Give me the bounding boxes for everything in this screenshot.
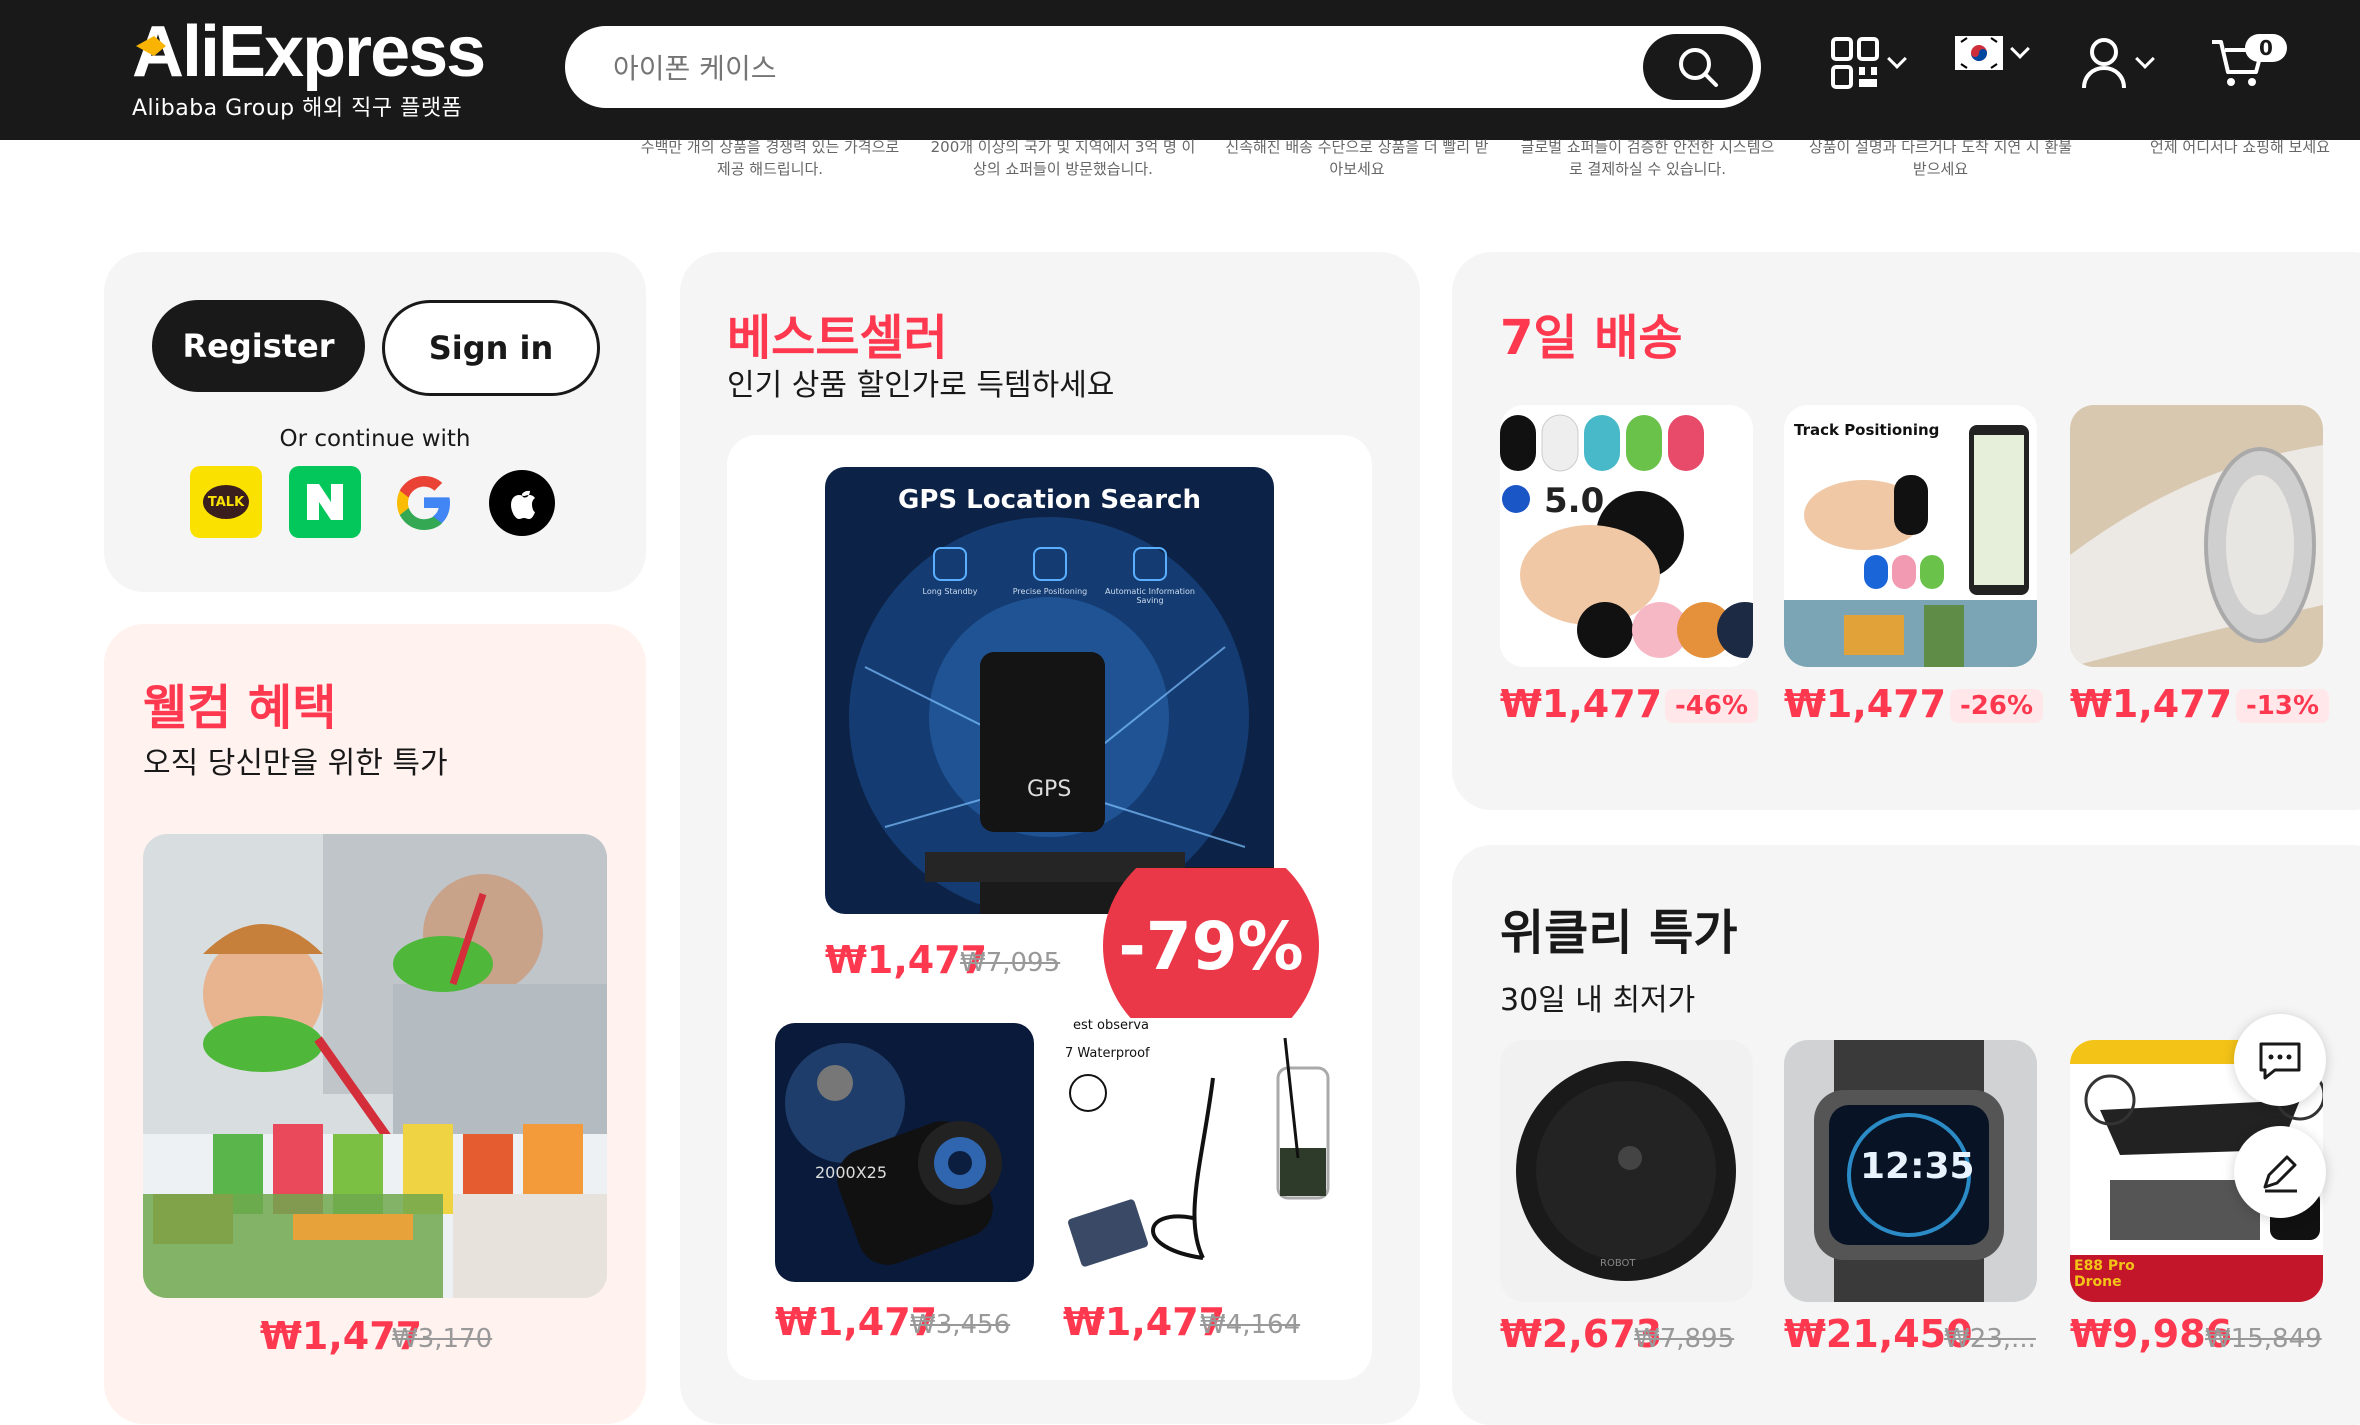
weekly-title: 위클리 특가 xyxy=(1500,905,1738,961)
strip-text-1: 수백만 개의 상품을 경쟁력 있는 가격으로 제공 해드립니다. xyxy=(640,138,900,178)
endoscope-text-2: 7 Waterproof xyxy=(1065,1046,1150,1061)
weekly-subtitle: 30일 내 최저가 xyxy=(1500,983,1696,1018)
gps-image-title: GPS Location Search xyxy=(898,485,1201,515)
search-input[interactable] xyxy=(613,48,1513,88)
strip-text-3: 신속해진 배송 수단으로 상품을 더 빨리 받아보세요 xyxy=(1225,138,1489,178)
strip-text-4: 글로벌 쇼퍼들이 검증한 안전한 시스템으로 결제하실 수 있습니다. xyxy=(1520,138,1775,178)
gps-feature-icons: Long Standby Precise Positioning Automat… xyxy=(905,547,1195,605)
user-icon xyxy=(2082,38,2126,89)
account-menu[interactable] xyxy=(2080,36,2155,90)
chat-bubble-icon xyxy=(2259,1042,2301,1080)
weekly-item-2-image[interactable]: 12:35 xyxy=(1784,1040,2037,1302)
weekly-item-3-original-price: ₩15,849 xyxy=(2205,1324,2322,1354)
country-selector[interactable] xyxy=(1955,36,2030,70)
delivery-item-1-image[interactable]: 5.0 xyxy=(1500,405,1753,667)
bestseller-subtitle: 인기 상품 할인가로 득템하세요 xyxy=(727,368,1115,403)
feature-standby: Long Standby xyxy=(905,547,995,605)
strip-text-6: 언제 어디서나 쇼핑해 보세요 xyxy=(2150,138,2330,156)
delivery-item-2-price: ₩1,477 xyxy=(1784,682,1947,726)
delivery-item-2-discount: -26% xyxy=(1950,689,2044,723)
weekly-item-1-original-price: ₩7,895 xyxy=(1634,1324,1735,1354)
strip-text-2: 200개 이상의 국가 및 지역에서 3억 명 이상의 쇼퍼들이 방문했습니다. xyxy=(930,138,1196,178)
naver-login-button[interactable] xyxy=(289,466,361,538)
cart-count-badge: 0 xyxy=(2245,34,2287,62)
search-bar[interactable] xyxy=(565,26,1761,108)
top-header: AliExpress Alibaba Group 해외 직구 플랫폼 0 xyxy=(0,0,2360,140)
apple-icon xyxy=(511,490,535,519)
pencil-icon xyxy=(2263,1155,2297,1193)
or-continue-label: Or continue with xyxy=(279,426,471,452)
message-icon xyxy=(1133,547,1167,581)
delivery-item-1-price: ₩1,477 xyxy=(1500,682,1663,726)
apple-login-button[interactable] xyxy=(489,470,555,536)
delivery-item-3-discount: -13% xyxy=(2236,689,2330,723)
gps-tracker-image xyxy=(825,467,1274,914)
delivery-item-3-image[interactable] xyxy=(2070,405,2323,667)
monocular-original-price: ₩3,456 xyxy=(910,1310,1011,1340)
endoscope-original-price: ₩4,164 xyxy=(1200,1310,1301,1340)
qr-code-menu[interactable] xyxy=(1830,36,1907,90)
delivery-item-1-discount: -46% xyxy=(1665,689,1759,723)
chevron-down-icon xyxy=(1887,49,1907,69)
google-icon xyxy=(397,476,450,530)
delivery-item-3-price: ₩1,477 xyxy=(2070,682,2233,726)
chevron-down-icon xyxy=(2010,39,2030,59)
feedback-button[interactable] xyxy=(2234,1126,2326,1218)
monocular-image xyxy=(775,1023,1034,1282)
monocular-label: 2000X25 xyxy=(815,1163,888,1182)
watch-time-text: 12:35 xyxy=(1860,1146,1975,1187)
battery-icon xyxy=(933,547,967,581)
welcome-subtitle: 오직 당신만을 위한 특가 xyxy=(143,746,448,781)
gps-product-image[interactable]: GPS Location Search GPS Long Standby Pre… xyxy=(825,467,1274,914)
qr-code-icon xyxy=(1831,37,1879,89)
endoscope-product-image[interactable]: est observa 7 Waterproof xyxy=(1063,1018,1331,1286)
delivery-item-2-image[interactable]: Track Positioning xyxy=(1784,405,2037,667)
welcome-title: 웰컴 혜택 xyxy=(143,680,337,736)
kakao-login-button[interactable]: TALK xyxy=(190,466,262,538)
chevron-down-icon xyxy=(2135,49,2155,69)
naver-icon xyxy=(307,484,343,520)
register-button[interactable]: Register xyxy=(152,300,365,392)
delivery-title: 7일 배송 xyxy=(1500,310,1683,366)
aliexpress-logo[interactable]: AliExpress Alibaba Group 해외 직구 플랫폼 xyxy=(132,12,486,124)
weekly-item-2-original-price: ₩23,... xyxy=(1944,1324,2036,1354)
logo-subtext: Alibaba Group 해외 직구 플랫폼 xyxy=(132,96,463,121)
search-icon xyxy=(1679,48,1718,87)
drone-label: E88 Pro Drone xyxy=(2074,1258,2135,1290)
feature-saving: Automatic Information Saving xyxy=(1105,547,1195,605)
google-login-button[interactable] xyxy=(388,466,460,538)
logo-text: AliExpress xyxy=(132,12,486,92)
location-pin-icon xyxy=(1033,547,1067,581)
track-positioning-text: Track Positioning xyxy=(1794,421,1940,439)
chameleon-game-image xyxy=(143,834,607,1298)
chat-support-button[interactable] xyxy=(2234,1014,2326,1106)
gps-device-label: GPS xyxy=(1027,777,1072,802)
monocular-product-image[interactable]: 2000X25 xyxy=(775,1023,1034,1282)
korea-flag-icon xyxy=(1955,36,2003,70)
feature-positioning: Precise Positioning xyxy=(1005,547,1095,605)
search-button[interactable] xyxy=(1643,34,1753,100)
signin-button[interactable]: Sign in xyxy=(382,300,600,396)
weekly-item-1-image[interactable]: ROBOT xyxy=(1500,1040,1753,1302)
gps-original-price: ₩7,095 xyxy=(960,948,1061,978)
welcome-product-image[interactable] xyxy=(143,834,607,1298)
endoscope-text-1: est observa xyxy=(1073,1018,1149,1033)
robot-label: ROBOT xyxy=(1600,1258,1636,1269)
welcome-original-price: ₩3,170 xyxy=(392,1324,493,1354)
smart-tag-rating-text: 5.0 xyxy=(1544,481,1605,521)
smart-tag-image xyxy=(1500,405,1753,667)
track-positioning-image xyxy=(1784,405,2037,667)
kakao-talk-icon: TALK xyxy=(203,485,249,519)
tape-roll-image xyxy=(2070,405,2323,667)
bestseller-title: 베스트셀러 xyxy=(727,310,948,366)
strip-text-5: 상품이 설명과 다르거나 도착 지연 시 환불받으세요 xyxy=(1808,138,2073,178)
